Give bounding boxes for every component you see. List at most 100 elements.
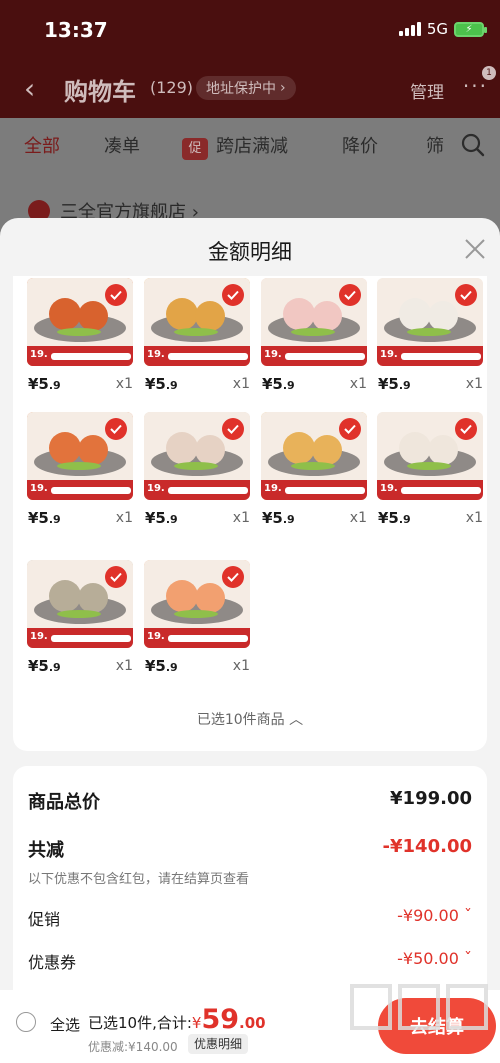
search-icon[interactable] bbox=[460, 132, 486, 158]
item-quantity: x1 bbox=[232, 658, 250, 674]
select-all-radio[interactable] bbox=[16, 1012, 36, 1032]
item-quantity: x1 bbox=[232, 510, 250, 526]
nav-bar: ‹ 购物车 (129) 地址保护中 › 管理 ··· 1 bbox=[0, 66, 500, 108]
tab-all[interactable]: 全部 bbox=[24, 132, 60, 158]
cart-item[interactable]: 19. ¥5.9 x1 bbox=[377, 412, 483, 527]
item-quantity: x1 bbox=[465, 510, 483, 526]
address-protect-pill[interactable]: 地址保护中 › bbox=[196, 76, 296, 100]
discount-detail-button[interactable]: 优惠明细 bbox=[188, 1034, 249, 1054]
promo-banner: 19. bbox=[144, 480, 250, 500]
item-price: ¥5.9 bbox=[262, 375, 295, 393]
promo-banner: 19. bbox=[377, 480, 483, 500]
item-selected-check-icon[interactable] bbox=[105, 418, 127, 440]
coupon-row[interactable]: 优惠券 -¥50.00 ˇ bbox=[28, 949, 472, 973]
tab-cross-store-label: 跨店满减 bbox=[216, 136, 288, 157]
item-selected-check-icon[interactable] bbox=[105, 284, 127, 306]
selected-count-text: 已选10件,合计: bbox=[88, 1014, 192, 1032]
item-price: ¥5.9 bbox=[28, 375, 61, 393]
item-quantity: x1 bbox=[349, 510, 367, 526]
back-arrow-icon[interactable]: ‹ bbox=[24, 72, 35, 105]
promo-banner: 19. bbox=[144, 628, 250, 648]
chevron-up-icon: ︿ bbox=[289, 712, 304, 728]
watermark-logo bbox=[350, 984, 488, 1030]
item-quantity: x1 bbox=[232, 376, 250, 392]
item-price: ¥5.9 bbox=[145, 657, 178, 675]
item-selected-check-icon[interactable] bbox=[455, 284, 477, 306]
item-quantity: x1 bbox=[115, 658, 133, 674]
total-price-row: 商品总价 ¥199.00 bbox=[28, 788, 472, 814]
item-selected-check-icon[interactable] bbox=[222, 566, 244, 588]
selected-items-label: 已选10件商品 bbox=[196, 712, 285, 728]
discount-text: 优惠减:¥140.00 bbox=[88, 1040, 178, 1054]
reduction-note: 以下优惠不包含红包，请在结算页查看 bbox=[28, 872, 250, 887]
signal-icon bbox=[398, 22, 421, 36]
more-badge: 1 bbox=[482, 66, 496, 80]
network-label: 5G bbox=[426, 20, 448, 38]
amount-detail-sheet: 金额明细 19. ¥5.9 x1 19. ¥5.9 x1 19. ¥5.9 x1 19. ¥5.9 x… bbox=[0, 218, 500, 1063]
item-selected-check-icon[interactable] bbox=[339, 284, 361, 306]
cart-item[interactable]: 19. ¥5.9 x1 bbox=[261, 278, 367, 393]
battery-charging-icon: ⚡ bbox=[454, 21, 487, 37]
total-price-label: 商品总价 bbox=[28, 792, 100, 813]
tab-bundle[interactable]: 凑单 bbox=[104, 132, 140, 158]
coupon-value: -¥50.00 ˇ bbox=[397, 949, 472, 968]
status-indicators: 5G ⚡ bbox=[398, 20, 487, 38]
item-quantity: x1 bbox=[465, 376, 483, 392]
cart-item[interactable]: 19. ¥5.9 x1 bbox=[27, 560, 133, 675]
item-price: ¥5.9 bbox=[262, 509, 295, 527]
promo-banner: 19. bbox=[27, 480, 133, 500]
cart-count: (129) bbox=[150, 78, 194, 97]
manage-button[interactable]: 管理 bbox=[410, 78, 444, 103]
chevron-down-icon: ˇ bbox=[464, 906, 472, 925]
selected-items-toggle[interactable]: 已选10件商品 ︿ bbox=[13, 709, 487, 729]
item-selected-check-icon[interactable] bbox=[222, 284, 244, 306]
item-price: ¥5.9 bbox=[378, 375, 411, 393]
cart-item[interactable]: 19. ¥5.9 x1 bbox=[377, 278, 483, 393]
page-title: 购物车 bbox=[64, 78, 136, 106]
items-card: 19. ¥5.9 x1 19. ¥5.9 x1 19. ¥5.9 x1 19. ¥5.9 x1 19. ¥… bbox=[13, 276, 487, 751]
item-quantity: x1 bbox=[115, 510, 133, 526]
item-selected-check-icon[interactable] bbox=[222, 418, 244, 440]
promo-banner: 19. bbox=[377, 346, 483, 366]
status-time: 13:37 bbox=[44, 18, 108, 42]
cart-item[interactable]: 19. ¥5.9 x1 bbox=[144, 278, 250, 393]
address-protect-label: 地址保护中 bbox=[206, 81, 276, 97]
coupon-label: 优惠券 bbox=[28, 953, 77, 972]
cart-item[interactable]: 19. ¥5.9 x1 bbox=[27, 278, 133, 393]
item-price: ¥5.9 bbox=[28, 657, 61, 675]
item-selected-check-icon[interactable] bbox=[455, 418, 477, 440]
item-price: ¥5.9 bbox=[28, 509, 61, 527]
item-quantity: x1 bbox=[349, 376, 367, 392]
promo-tag: 促 bbox=[182, 138, 208, 160]
item-price: ¥5.9 bbox=[145, 375, 178, 393]
status-bar: 13:37 5G ⚡ bbox=[0, 14, 500, 48]
item-selected-check-icon[interactable] bbox=[105, 566, 127, 588]
close-icon[interactable] bbox=[460, 234, 490, 264]
promo-banner: 19. bbox=[27, 346, 133, 366]
sheet-title: 金额明细 bbox=[208, 240, 292, 264]
item-price: ¥5.9 bbox=[145, 509, 178, 527]
promotion-row[interactable]: 促销 -¥90.00 ˇ bbox=[28, 906, 472, 930]
promotion-label: 促销 bbox=[28, 910, 61, 929]
promo-banner: 19. bbox=[261, 346, 367, 366]
reduction-value: -¥140.00 bbox=[382, 836, 472, 857]
reduction-row: 共减 -¥140.00 以下优惠不包含红包，请在结算页查看 bbox=[28, 836, 472, 887]
filter-bar: 全部 凑单 促跨店满减 降价 筛 bbox=[0, 118, 500, 172]
cart-item[interactable]: 19. ¥5.9 x1 bbox=[144, 560, 250, 675]
cart-item[interactable]: 19. ¥5.9 x1 bbox=[27, 412, 133, 527]
select-all-label[interactable]: 全选 bbox=[50, 1014, 80, 1035]
chevron-right-icon: › bbox=[280, 80, 286, 96]
tab-cross-store[interactable]: 促跨店满减 bbox=[182, 132, 288, 160]
promo-banner: 19. bbox=[27, 628, 133, 648]
tab-price-drop[interactable]: 降价 bbox=[342, 132, 378, 158]
item-selected-check-icon[interactable] bbox=[339, 418, 361, 440]
cart-item[interactable]: 19. ¥5.9 x1 bbox=[144, 412, 250, 527]
total-line: 已选10件,合计:¥59.00 bbox=[88, 1004, 266, 1035]
cart-item[interactable]: 19. ¥5.9 x1 bbox=[261, 412, 367, 527]
total-amount: 59 bbox=[201, 1004, 240, 1035]
tab-filter[interactable]: 筛 bbox=[426, 132, 444, 158]
promo-banner: 19. bbox=[144, 346, 250, 366]
total-amount-decimal: .00 bbox=[239, 1014, 266, 1032]
item-quantity: x1 bbox=[115, 376, 133, 392]
chevron-down-icon: ˇ bbox=[464, 949, 472, 968]
